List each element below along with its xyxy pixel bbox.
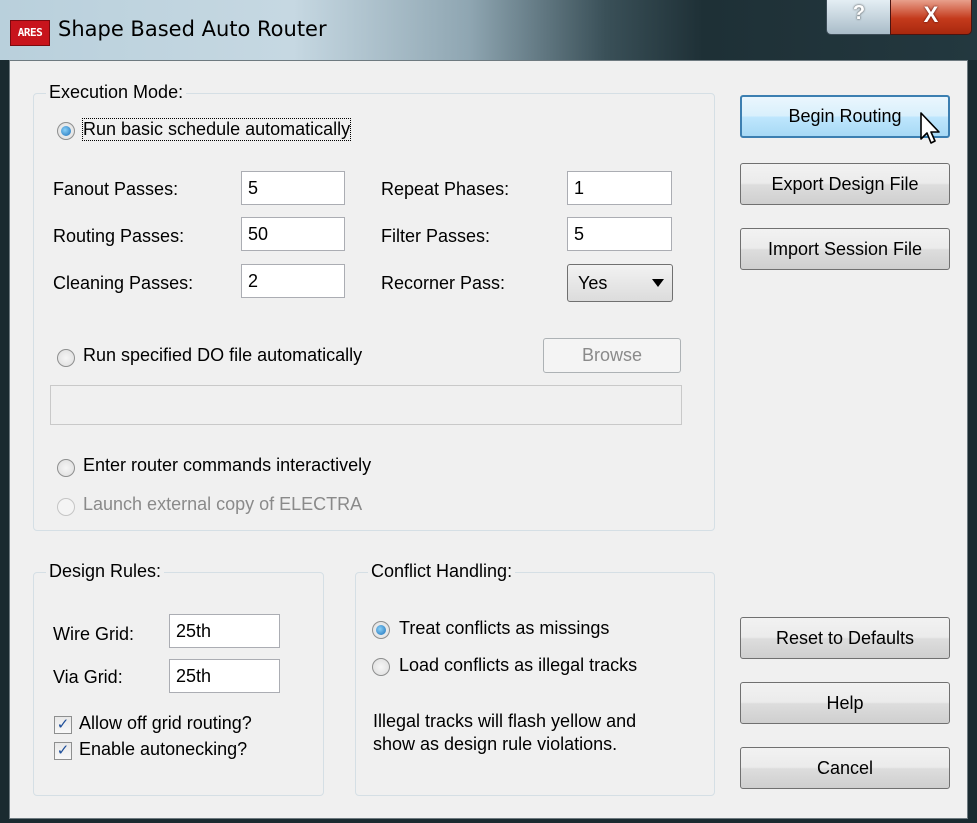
autonecking-label[interactable]: Enable autonecking?	[79, 739, 247, 760]
do-file-path-field[interactable]	[50, 385, 682, 425]
ares-app-icon: ARES	[10, 20, 50, 46]
conflict-handling-group: Conflict Handling:	[355, 561, 715, 796]
cancel-button[interactable]: Cancel	[740, 747, 950, 789]
recorner-pass-select[interactable]: Yes	[567, 264, 673, 302]
fanout-passes-field[interactable]: 5	[241, 171, 345, 205]
repeat-phases-field[interactable]: 1	[567, 171, 672, 205]
filter-passes-label: Filter Passes:	[381, 226, 491, 246]
execution-mode-label: Execution Mode:	[46, 82, 187, 103]
cleaning-passes-label: Cleaning Passes:	[53, 273, 194, 293]
launch-electra-label[interactable]: Launch external copy of ELECTRA	[83, 494, 362, 515]
recorner-pass-value: Yes	[578, 273, 608, 293]
wire-grid-label: Wire Grid:	[53, 624, 134, 644]
interactive-commands-radio[interactable]	[57, 459, 75, 477]
window-title: Shape Based Auto Router	[58, 17, 327, 41]
run-basic-label[interactable]: Run basic schedule automatically	[81, 118, 352, 141]
filter-passes-field[interactable]: 5	[567, 217, 672, 251]
help-title-button[interactable]: ?	[826, 0, 892, 35]
autonecking-checkbox[interactable]: ✓	[54, 742, 72, 760]
load-conflicts-label[interactable]: Load conflicts as illegal tracks	[399, 655, 637, 676]
question-icon: ?	[852, 2, 866, 24]
design-rules-label: Design Rules:	[46, 561, 165, 582]
chevron-down-icon	[652, 279, 664, 287]
export-design-file-button[interactable]: Export Design File	[740, 163, 950, 205]
routing-passes-label: Routing Passes:	[53, 226, 185, 246]
mouse-cursor-icon	[920, 112, 940, 144]
treat-conflicts-radio[interactable]	[372, 621, 390, 639]
conflict-handling-label: Conflict Handling:	[368, 561, 516, 582]
off-grid-routing-label[interactable]: Allow off grid routing?	[79, 713, 252, 734]
via-grid-field[interactable]: 25th	[169, 659, 280, 693]
fanout-passes-label: Fanout Passes:	[53, 179, 179, 199]
conflict-note-line2: show as design rule violations.	[373, 734, 618, 754]
title-bar[interactable]: ARES Shape Based Auto Router ? X	[0, 0, 977, 60]
launch-electra-radio[interactable]	[57, 498, 75, 516]
help-button[interactable]: Help	[740, 682, 950, 724]
dialog-body: Execution Mode: Run basic schedule autom…	[9, 60, 968, 819]
run-do-file-radio[interactable]	[57, 349, 75, 367]
run-basic-radio[interactable]	[57, 122, 75, 140]
browse-button[interactable]: Browse	[543, 338, 681, 373]
import-session-file-button[interactable]: Import Session File	[740, 228, 950, 270]
close-icon: X	[923, 2, 939, 27]
recorner-pass-label: Recorner Pass:	[381, 273, 506, 293]
treat-conflicts-label[interactable]: Treat conflicts as missings	[399, 618, 609, 639]
reset-to-defaults-button[interactable]: Reset to Defaults	[740, 617, 950, 659]
repeat-phases-label: Repeat Phases:	[381, 179, 510, 199]
off-grid-routing-checkbox[interactable]: ✓	[54, 716, 72, 734]
wire-grid-field[interactable]: 25th	[169, 614, 280, 648]
close-button[interactable]: X	[890, 0, 972, 35]
routing-passes-field[interactable]: 50	[241, 217, 345, 251]
interactive-commands-label[interactable]: Enter router commands interactively	[83, 455, 371, 476]
via-grid-label: Via Grid:	[53, 667, 123, 687]
run-do-file-label[interactable]: Run specified DO file automatically	[83, 345, 362, 366]
load-conflicts-radio[interactable]	[372, 658, 390, 676]
cleaning-passes-field[interactable]: 2	[241, 264, 345, 298]
conflict-note-line1: Illegal tracks will flash yellow and	[373, 711, 637, 731]
